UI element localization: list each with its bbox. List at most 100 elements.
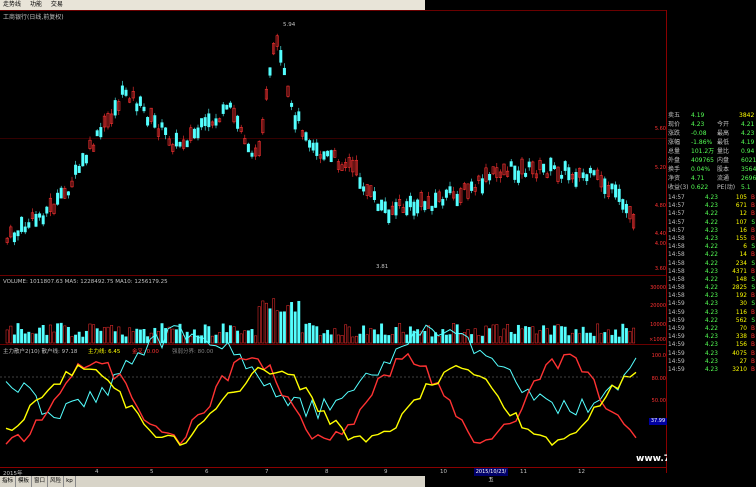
tick-side: S — [751, 219, 755, 226]
volume-bar — [124, 336, 128, 344]
candle-body — [268, 67, 272, 76]
volume-bar — [297, 300, 301, 344]
volume-bar — [567, 335, 571, 344]
volume-bar — [228, 325, 232, 344]
tick-volume: 30 — [739, 301, 747, 308]
volume-bar — [513, 333, 517, 344]
quote-value: 101.2万 — [691, 148, 715, 155]
volume-bar — [347, 326, 351, 344]
chart-area[interactable]: 工商银行(日线,前复权) 5.60 5.20 4.80 4.40 4.00 3.… — [0, 10, 667, 483]
volume-bar — [286, 305, 290, 344]
volume-bar — [329, 334, 333, 344]
candle-body — [20, 216, 24, 232]
volume-bar — [290, 302, 294, 344]
volume-bar — [344, 324, 348, 344]
tick-row: 14:57 4.22 107 S — [667, 219, 756, 227]
price-tick: 4.00 — [654, 241, 666, 247]
volume-bar — [484, 325, 488, 344]
candle-body — [563, 161, 567, 171]
candle-body — [362, 186, 366, 192]
volume-bar — [38, 327, 42, 344]
candle-body — [380, 199, 384, 211]
tick-price: 4.23 — [705, 342, 718, 349]
tick-time: 14:59 — [668, 358, 685, 365]
crosshair-date: 2015/10/23/五 — [474, 468, 508, 483]
tick-time: 14:57 — [668, 203, 685, 210]
tick-side: S — [751, 285, 755, 292]
volume-bar — [624, 328, 628, 344]
candle-body — [430, 205, 434, 211]
volume-bar — [365, 334, 369, 344]
volume-bar — [520, 328, 524, 344]
volume-bar — [333, 328, 337, 344]
tick-side: B — [751, 252, 755, 259]
volume-bar — [358, 333, 362, 344]
x-tick: 6 — [205, 469, 209, 475]
tick-volume: 2825 — [732, 285, 747, 292]
candle-body — [207, 113, 211, 128]
tick-time: 14:59 — [668, 334, 685, 341]
volume-bar — [142, 329, 146, 344]
tick-time: 14:59 — [668, 366, 685, 373]
tab-window[interactable]: 窗口 — [32, 476, 49, 487]
candle-body — [315, 142, 319, 156]
volume-bar — [470, 334, 474, 344]
volume-bar — [448, 334, 452, 344]
tick-price: 4.23 — [705, 195, 718, 201]
volume-bar — [376, 334, 380, 344]
tick-price: 4.23 — [705, 350, 718, 357]
tick-row: 14:59 4.22 70 B — [667, 325, 756, 333]
candle-body — [34, 213, 38, 227]
candle-body — [416, 199, 420, 214]
quote-row: 外盘 409765内盘 602142 — [667, 156, 756, 165]
candle-body — [326, 150, 330, 157]
volume-tick: 20000 — [650, 303, 666, 309]
candle-body — [617, 188, 621, 202]
quote-label: 总量 — [668, 148, 681, 155]
volume-bar — [336, 334, 340, 344]
tick-volume: 192 — [735, 293, 747, 300]
candle-body — [542, 163, 546, 173]
tab-template[interactable]: 模板 — [16, 476, 33, 487]
tick-volume: 107 — [735, 219, 747, 226]
tab-risk[interactable]: 风险 — [48, 476, 65, 487]
volume-bar — [614, 329, 618, 344]
volume-bar — [45, 334, 49, 344]
candle-body — [441, 199, 445, 206]
candle-body — [196, 127, 200, 139]
candle-body — [120, 85, 124, 95]
volume-bar — [556, 324, 560, 344]
volume-bar — [617, 336, 621, 344]
volume-bar — [12, 334, 16, 344]
volume-bar — [628, 330, 632, 344]
volume-bar — [66, 326, 70, 344]
volume-bar — [308, 322, 312, 344]
tick-list: 14:57 4.23 105 B 14:57 4.23 671 B 14:57 4.22 12 B 14… — [667, 194, 756, 374]
menu-item[interactable]: 走势线 — [3, 1, 21, 8]
kline-chart[interactable] — [0, 10, 648, 465]
x-tick: 8 — [325, 469, 329, 475]
volume-bar — [383, 334, 387, 344]
volume-bar — [585, 332, 589, 344]
tab-kp[interactable]: kp — [64, 476, 76, 487]
quote-value: 4.19 — [691, 112, 705, 119]
candle-body — [308, 140, 312, 148]
volume-bar — [369, 328, 373, 344]
menu-item[interactable]: 交易 — [51, 1, 63, 8]
candle-body — [322, 151, 326, 160]
candle-body — [174, 132, 178, 147]
volume-bar — [552, 325, 556, 344]
tick-price: 4.22 — [705, 219, 718, 226]
tick-volume: 671 — [735, 203, 747, 210]
quote-row: 卖五 4.19 3842 — [667, 111, 756, 120]
candle-body — [178, 141, 182, 147]
tab-indicator[interactable]: 指标 — [0, 476, 17, 487]
volume-bar — [560, 326, 564, 344]
tick-side: S — [751, 276, 755, 283]
tick-time: 14:58 — [668, 268, 685, 275]
volume-bar — [167, 326, 171, 344]
menu-item[interactable]: 功能 — [30, 1, 42, 8]
quote-label: PE(动) — [717, 184, 736, 191]
volume-bar — [405, 334, 409, 344]
volume-bar — [563, 326, 567, 344]
